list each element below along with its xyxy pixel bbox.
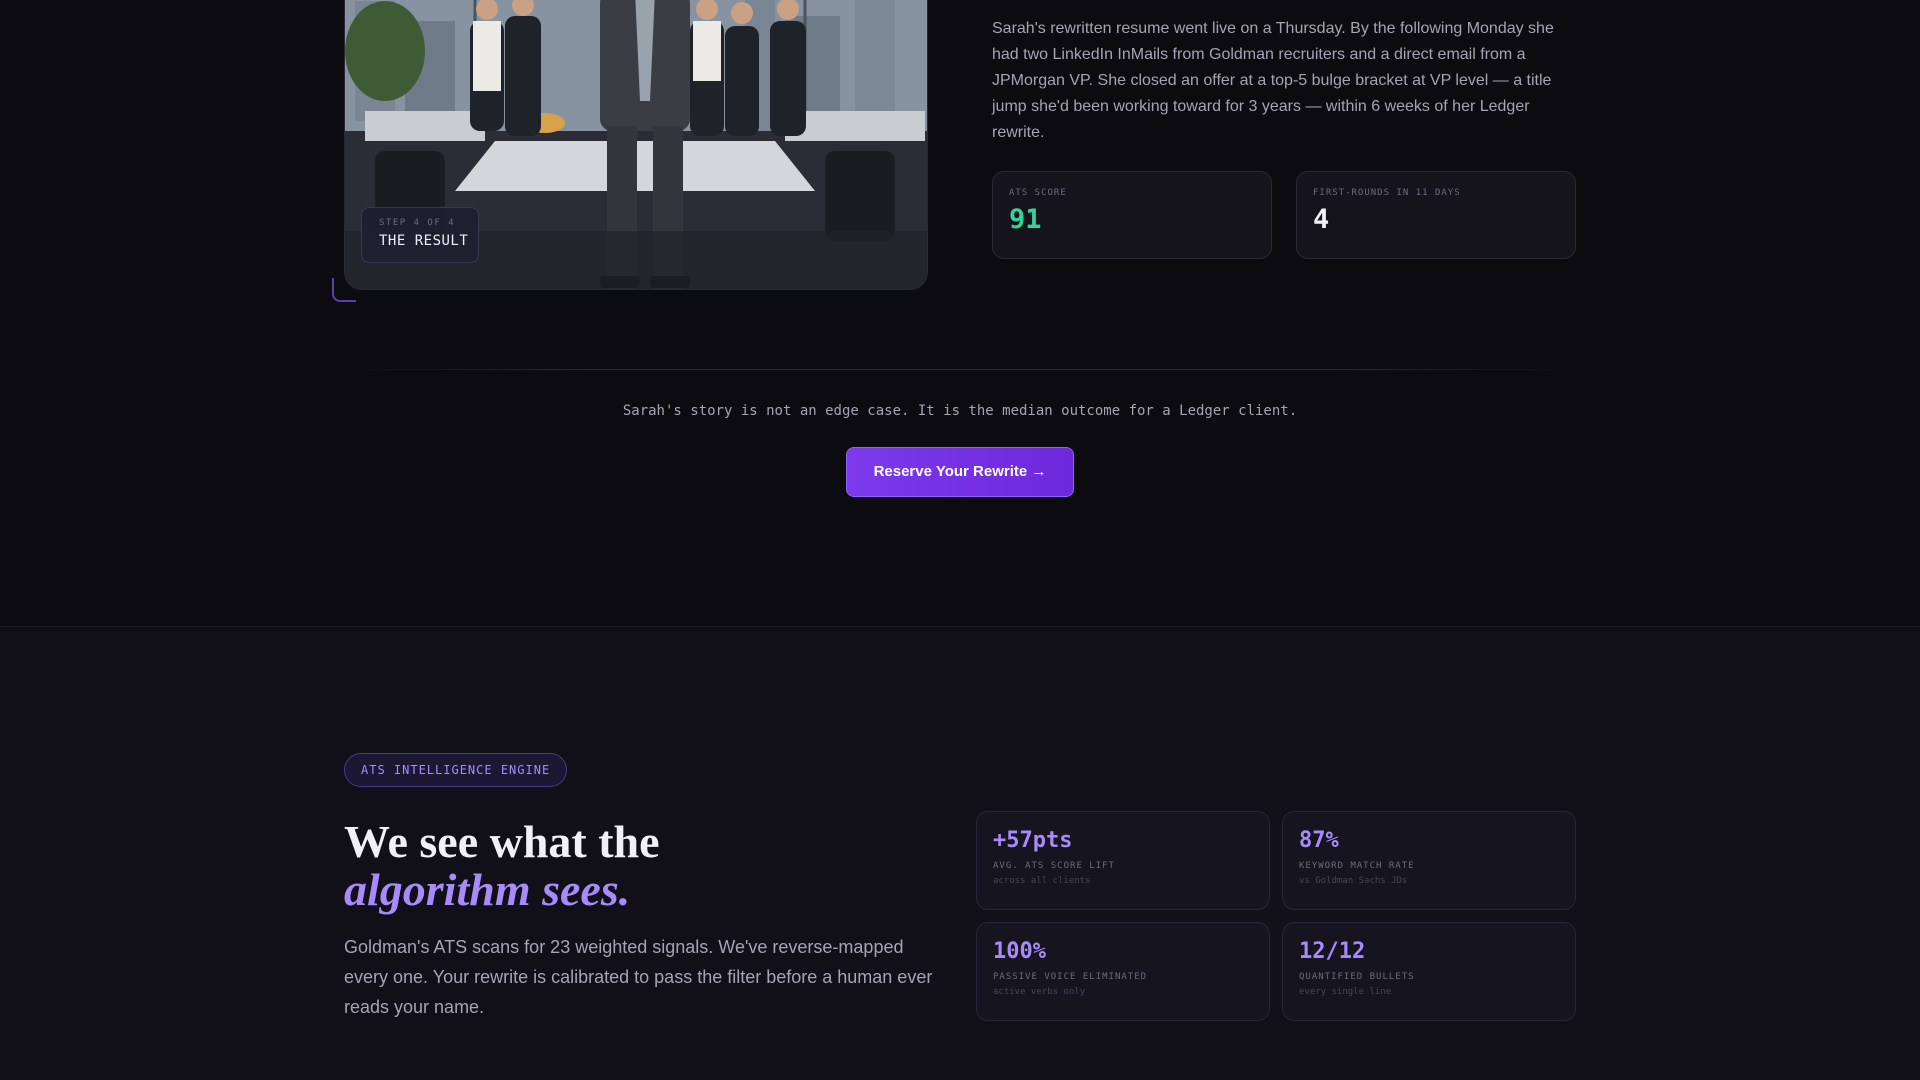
reserve-rewrite-button[interactable]: Reserve Your Rewrite →: [846, 447, 1074, 497]
step-badge: STEP 4 OF 4 THE RESULT: [361, 207, 479, 263]
heading-line-1: We see what the: [344, 816, 660, 867]
stat-value: 91: [1009, 204, 1042, 235]
stat-card-first-rounds: FIRST-ROUNDS IN 11 DAYS 4: [1296, 171, 1576, 259]
metric-label: AVG. ATS SCORE LIFT: [993, 861, 1115, 871]
metric-label: PASSIVE VOICE ELIMINATED: [993, 972, 1148, 982]
metric-card-score-lift: +57pts AVG. ATS SCORE LIFT across all cl…: [976, 811, 1270, 910]
step-title: THE RESULT: [379, 233, 469, 249]
metric-label: QUANTIFIED BULLETS: [1299, 972, 1415, 982]
step-label: STEP 4 OF 4: [379, 218, 456, 228]
stat-label: FIRST-ROUNDS IN 11 DAYS: [1313, 188, 1461, 198]
ats-section: [0, 626, 1920, 1080]
decorative-corner-bracket: [332, 278, 356, 302]
story-paragraph: Sarah's rewritten resume went live on a …: [992, 20, 1554, 141]
ats-heading: We see what the algorithm sees.: [344, 818, 660, 914]
stat-value: 4: [1313, 204, 1330, 235]
metric-sub: active verbs only: [993, 987, 1086, 997]
metric-card-quantified-bullets: 12/12 QUANTIFIED BULLETS every single li…: [1282, 922, 1576, 1021]
metric-value: 100%: [993, 939, 1046, 964]
ats-body: Goldman's ATS scans for 23 weighted sign…: [344, 937, 933, 1017]
stat-label: ATS SCORE: [1009, 188, 1067, 198]
result-section: STEP 4 OF 4 THE RESULT Sarah's rewritten…: [0, 0, 1920, 626]
metric-value: 87%: [1299, 828, 1339, 853]
metric-card-keyword-match: 87% KEYWORD MATCH RATE vs Goldman Sachs …: [1282, 811, 1576, 910]
metric-sub: across all clients: [993, 876, 1091, 886]
stat-card-ats-score: ATS SCORE 91: [992, 171, 1272, 259]
metric-card-passive-voice: 100% PASSIVE VOICE ELIMINATED active ver…: [976, 922, 1270, 1021]
metric-value: 12/12: [1299, 939, 1366, 964]
tagline: Sarah's story is not an edge case. It is…: [622, 403, 1298, 419]
metric-sub: every single line: [1299, 987, 1392, 997]
section-divider: [344, 369, 1576, 370]
heading-line-2: algorithm sees.: [344, 864, 631, 915]
metric-label: KEYWORD MATCH RATE: [1299, 861, 1415, 871]
metric-sub: vs Goldman Sachs JDs: [1299, 876, 1408, 886]
ats-engine-pill: ATS INTELLIGENCE ENGINE: [344, 753, 568, 787]
metric-value: +57pts: [993, 828, 1073, 853]
